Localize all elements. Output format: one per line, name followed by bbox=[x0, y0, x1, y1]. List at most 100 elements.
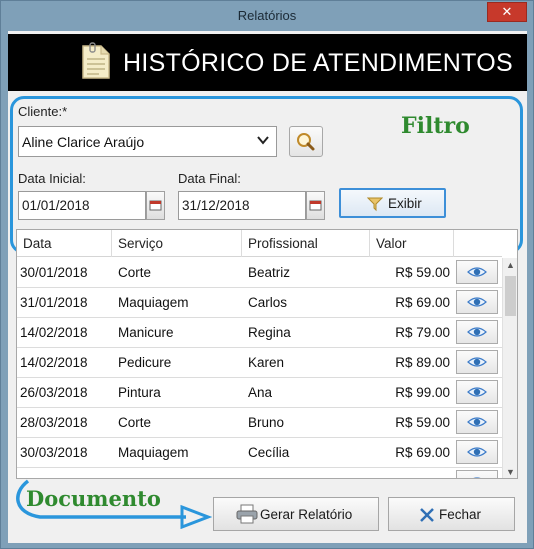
cell-data: 26/03/2018 bbox=[20, 385, 88, 400]
fechar-label: Fechar bbox=[439, 507, 482, 522]
eye-icon bbox=[467, 387, 487, 397]
report-window: Relatórios ✕ HISTÓRICO DE ATENDIMENTOS F… bbox=[0, 0, 534, 549]
eye-icon bbox=[467, 447, 487, 457]
table-row[interactable]: 14/02/2018 Pedicure Karen R$ 89.00 bbox=[17, 348, 502, 378]
cell-profissional: Carlos bbox=[248, 295, 288, 310]
column-header-acao bbox=[454, 230, 502, 257]
magnifier-icon bbox=[297, 133, 315, 151]
data-inicial-label: Data Inicial: bbox=[18, 171, 86, 186]
document-icon bbox=[82, 42, 110, 79]
table-vertical-scrollbar[interactable]: ▲ ▼ bbox=[502, 258, 517, 478]
annotation-arrow-icon bbox=[16, 479, 212, 529]
cell-valor: R$ 89.00 bbox=[395, 355, 450, 370]
exibir-label: Exibir bbox=[388, 196, 422, 211]
column-header-servico[interactable]: Serviço bbox=[112, 230, 242, 257]
search-client-button[interactable] bbox=[289, 126, 323, 157]
cell-servico bbox=[118, 468, 242, 478]
cell-profissional: Ana bbox=[248, 385, 273, 400]
scroll-down-icon[interactable]: ▼ bbox=[506, 467, 515, 477]
gerar-relatorio-button[interactable]: Gerar Relatório bbox=[213, 497, 379, 531]
page-header: HISTÓRICO DE ATENDIMENTOS bbox=[8, 34, 527, 91]
cell-valor: R$ 69.00 bbox=[395, 445, 450, 460]
scroll-up-icon[interactable]: ▲ bbox=[506, 260, 515, 270]
cell-servico: Maquiagem bbox=[118, 445, 189, 460]
cell-data: 14/02/2018 bbox=[20, 355, 88, 370]
table-row[interactable]: 30/03/2018 Maquiagem Cecília R$ 69.00 bbox=[17, 438, 502, 468]
column-header-profissional[interactable]: Profissional bbox=[242, 230, 370, 257]
eye-icon bbox=[467, 267, 487, 277]
cell-servico: Pedicure bbox=[118, 355, 172, 370]
cell-valor bbox=[370, 468, 450, 478]
cell-valor: R$ 59.00 bbox=[395, 265, 450, 280]
cell-data: 30/01/2018 bbox=[20, 265, 88, 280]
cell-data: 14/02/2018 bbox=[20, 325, 88, 340]
cell-data: 30/03/2018 bbox=[20, 445, 88, 460]
cell-data: 28/03/2018 bbox=[20, 415, 88, 430]
cell-valor: R$ 99.00 bbox=[395, 385, 450, 400]
cell-profissional: Bruno bbox=[248, 415, 285, 430]
data-final-value: 31/12/2018 bbox=[182, 198, 250, 213]
eye-icon bbox=[467, 357, 487, 367]
filtro-annotation: Filtro bbox=[401, 113, 470, 139]
view-details-button[interactable] bbox=[456, 260, 498, 284]
calendar-icon bbox=[309, 200, 322, 211]
column-header-data[interactable]: Data bbox=[17, 230, 112, 257]
cell-servico: Maquiagem bbox=[118, 295, 189, 310]
cell-profissional bbox=[248, 468, 370, 478]
window-content: HISTÓRICO DE ATENDIMENTOS Filtro Cliente… bbox=[8, 31, 527, 543]
cell-servico: Pintura bbox=[118, 385, 161, 400]
table-row[interactable]: 26/03/2018 Pintura Ana R$ 99.00 bbox=[17, 378, 502, 408]
chevron-down-icon bbox=[257, 136, 269, 145]
view-details-button[interactable] bbox=[456, 290, 498, 314]
view-details-button[interactable] bbox=[456, 410, 498, 434]
data-inicial-value: 01/01/2018 bbox=[22, 198, 90, 213]
scrollbar-thumb[interactable] bbox=[505, 276, 516, 316]
funnel-icon bbox=[367, 197, 383, 212]
view-details-button[interactable] bbox=[456, 350, 498, 374]
cell-profissional: Karen bbox=[248, 355, 285, 370]
cell-valor: R$ 79.00 bbox=[395, 325, 450, 340]
eye-icon bbox=[467, 417, 487, 427]
table-header: Data Serviço Profissional Valor bbox=[17, 230, 502, 257]
column-header-valor[interactable]: Valor bbox=[370, 230, 454, 257]
view-details-button[interactable] bbox=[456, 320, 498, 344]
table-row[interactable]: 30/01/2018 Corte Beatriz R$ 59.00 bbox=[17, 258, 502, 288]
table-row[interactable]: 31/01/2018 Maquiagem Carlos R$ 69.00 bbox=[17, 288, 502, 318]
close-window-button[interactable]: ✕ bbox=[487, 2, 527, 22]
view-details-button[interactable] bbox=[456, 380, 498, 404]
cliente-select[interactable]: Aline Clarice Araújo bbox=[18, 126, 277, 157]
data-inicial-calendar-button[interactable] bbox=[146, 191, 165, 220]
table-row[interactable]: 14/02/2018 Manicure Regina R$ 79.00 bbox=[17, 318, 502, 348]
exibir-button[interactable]: Exibir bbox=[339, 188, 446, 218]
view-details-button[interactable] bbox=[456, 440, 498, 464]
cell-profissional: Cecília bbox=[248, 445, 290, 460]
fechar-button[interactable]: Fechar bbox=[388, 497, 515, 531]
cell-profissional: Beatriz bbox=[248, 265, 291, 280]
data-final-calendar-button[interactable] bbox=[306, 191, 325, 220]
cliente-label: Cliente:* bbox=[18, 104, 68, 119]
data-final-label: Data Final: bbox=[178, 171, 241, 186]
table-body: 30/01/2018 Corte Beatriz R$ 59.00 31/01/2018… bbox=[17, 258, 502, 478]
eye-icon bbox=[473, 477, 481, 478]
data-inicial-field[interactable]: 01/01/2018 bbox=[18, 191, 146, 220]
cell-valor: R$ 59.00 bbox=[395, 415, 450, 430]
view-details-button[interactable] bbox=[456, 470, 498, 478]
atendimentos-table: Data Serviço Profissional Valor 30/01/20… bbox=[16, 229, 518, 479]
cliente-selected-value: Aline Clarice Araújo bbox=[22, 134, 145, 150]
gerar-relatorio-label: Gerar Relatório bbox=[260, 507, 353, 522]
eye-icon bbox=[467, 327, 487, 337]
calendar-icon bbox=[149, 200, 162, 211]
cell-data bbox=[20, 468, 112, 478]
data-final-field[interactable]: 31/12/2018 bbox=[178, 191, 306, 220]
window-title: Relatórios bbox=[237, 8, 297, 23]
cell-valor: R$ 69.00 bbox=[395, 295, 450, 310]
eye-icon bbox=[467, 297, 487, 307]
page-title: HISTÓRICO DE ATENDIMENTOS bbox=[123, 49, 513, 77]
table-row[interactable]: 28/03/2018 Corte Bruno R$ 59.00 bbox=[17, 408, 502, 438]
cell-servico: Corte bbox=[118, 415, 152, 430]
title-bar[interactable]: Relatórios ✕ bbox=[1, 1, 533, 31]
cell-servico: Corte bbox=[118, 265, 152, 280]
table-row[interactable] bbox=[17, 468, 502, 478]
cell-data: 31/01/2018 bbox=[20, 295, 88, 310]
cell-servico: Manicure bbox=[118, 325, 174, 340]
